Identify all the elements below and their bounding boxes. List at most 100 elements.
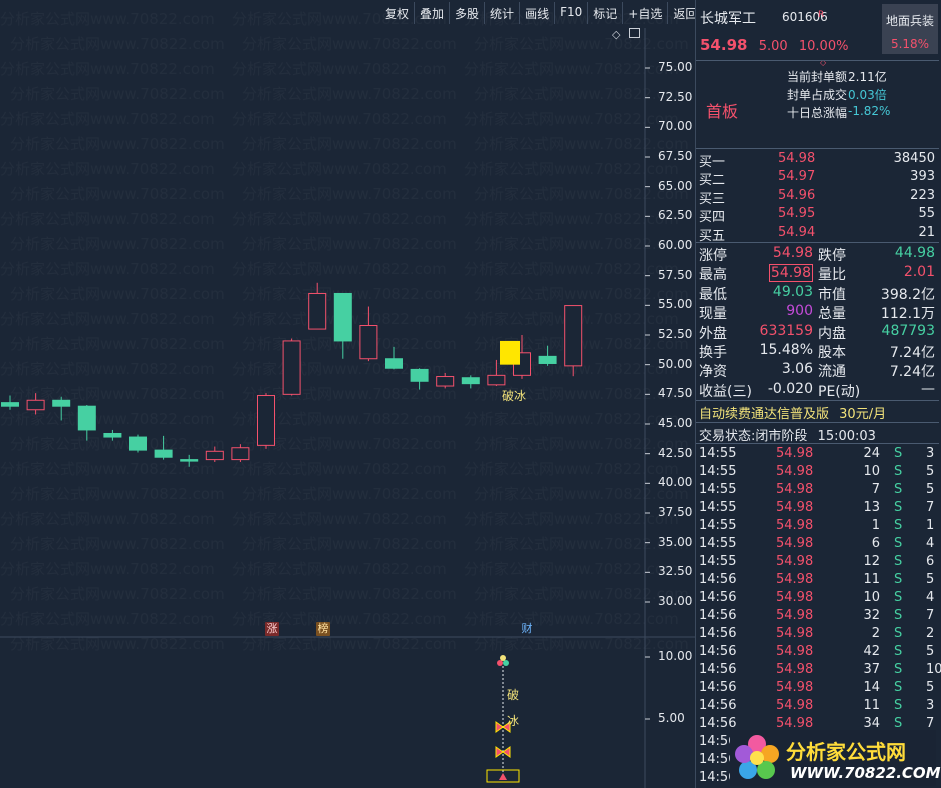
tick-volume: 34 — [863, 716, 880, 731]
toolbar-button-1[interactable]: 叠加 — [414, 2, 449, 24]
tick-count: 7 — [926, 500, 935, 515]
stat-value: 2.01 — [903, 264, 935, 281]
tick-side: S — [894, 446, 903, 461]
stats-row: 换手 15.48% 股本 7.24亿 — [696, 342, 939, 361]
toolbar-button-5[interactable]: F10 — [554, 2, 587, 24]
toolbar-button-4[interactable]: 画线 — [519, 2, 554, 24]
candle-body — [231, 447, 250, 461]
bid-row[interactable]: 买五 54.94 21 — [696, 225, 939, 244]
tick-volume: 42 — [863, 644, 880, 659]
stats-row: 净资 3.06 流通 7.24亿 — [696, 361, 939, 381]
tick-volume: 12 — [863, 554, 880, 569]
bid-volume: 223 — [910, 187, 935, 203]
stock-r-tag: R — [818, 10, 825, 20]
toolbar-button-2[interactable]: 多股 — [449, 2, 484, 24]
stats-row: 外盘 633159 内盘 487793 — [696, 322, 939, 342]
sector-change: 5.18% — [890, 37, 930, 51]
divider — [696, 242, 939, 243]
seal-info-row: 封单占成交 0.03倍 — [696, 86, 939, 104]
tick-side: S — [894, 608, 903, 623]
tick-count: 5 — [926, 482, 935, 497]
sector-name: 地面兵装 — [885, 14, 934, 28]
price-axis-label: 75.00 — [658, 60, 693, 74]
bid-row[interactable]: 买四 54.95 55 — [696, 206, 939, 225]
kline-chart-panel[interactable]: 分析家公式网www.70822.com分析家公式网www.70822.com分析… — [0, 0, 697, 788]
stat-value: 487793 — [881, 322, 935, 339]
tick-row: 14:56 54.98 32 S 7 — [696, 608, 939, 626]
price-axis-label: 37.50 — [658, 505, 693, 519]
flower-logo-icon — [735, 735, 779, 779]
tick-volume: 13 — [863, 500, 880, 515]
stock-name: 长城军工 — [700, 11, 756, 27]
diamond-icon[interactable]: ◇ — [612, 28, 620, 41]
tick-price: 54.98 — [776, 644, 814, 659]
tick-time: 14:56 — [699, 590, 737, 605]
tick-row: 14:56 54.98 14 S 5 — [696, 680, 939, 698]
stat-value: 398.2亿 — [880, 286, 935, 303]
tick-volume: 7 — [871, 482, 880, 497]
price-axis-label: 50.00 — [658, 356, 693, 371]
bid-price: 54.98 — [778, 151, 816, 166]
toolbar-button-6[interactable]: 标记 — [587, 2, 622, 24]
seal-info-label: 封单占成交 — [786, 88, 847, 102]
tick-count: 3 — [926, 446, 935, 461]
candle-body — [26, 399, 45, 411]
bid-price: 54.95 — [778, 206, 816, 222]
signal-dot — [497, 660, 503, 666]
price-change-pct: 10.00% — [798, 39, 849, 54]
price-axis-label: 47.50 — [658, 386, 693, 401]
bid-row[interactable]: 买一 54.98 38450 — [696, 151, 939, 170]
flag-bang[interactable]: 榜 — [316, 622, 330, 636]
bid-row[interactable]: 买三 54.96 223 — [696, 187, 939, 207]
candle-body — [538, 355, 557, 364]
tick-count: 5 — [926, 464, 935, 479]
stat-value: — — [921, 380, 935, 397]
stat-value: 633159 — [759, 322, 813, 339]
tick-count: 1 — [926, 518, 935, 533]
tick-time: 14:56 — [699, 680, 737, 695]
tick-volume: 1 — [871, 518, 880, 533]
signal-dot — [500, 655, 506, 661]
toolbar-button-3[interactable]: 统计 — [484, 2, 519, 24]
toolbar-button-0[interactable]: 复权 — [380, 2, 414, 24]
indicator-axis-label: 5.00 — [658, 711, 685, 725]
divider — [696, 400, 939, 401]
stat-value: 900 — [786, 303, 813, 320]
sector-badge[interactable]: 地面兵装 5.18% — [882, 4, 938, 54]
stat-value: 49.03 — [772, 283, 813, 300]
tick-count: 3 — [926, 698, 935, 713]
stats-row: 最低 49.03 市值 398.2亿 — [696, 283, 939, 303]
flag-cai[interactable]: 财 — [520, 622, 534, 636]
price-axis-label: 35.00 — [658, 534, 693, 549]
panel-toggle-icon[interactable] — [629, 28, 640, 38]
price-axis-label: 40.00 — [658, 475, 693, 490]
candle-body — [154, 449, 173, 458]
tick-row: 14:55 54.98 7 S 5 — [696, 482, 939, 500]
tick-time: 14:55 — [699, 554, 737, 569]
tick-row: 14:56 54.98 2 S 2 — [696, 626, 939, 644]
bid-label: 买三 — [699, 191, 726, 207]
indicator-axis-label: 10.00 — [658, 649, 693, 663]
tick-volume: 32 — [863, 608, 880, 623]
flag-zhang[interactable]: 涨 — [265, 622, 279, 636]
tick-time: 14:55 — [699, 518, 737, 533]
tick-time: 14:55 — [699, 482, 737, 497]
price-axis-label: 70.00 — [658, 119, 693, 134]
stat-label: 流通 — [818, 364, 846, 381]
pobing-highlight — [500, 340, 520, 365]
bid-row[interactable]: 买二 54.97 393 — [696, 169, 939, 188]
tick-count: 4 — [926, 536, 935, 551]
tick-time: 14:55 — [699, 446, 737, 461]
tick-time: 14:55 — [699, 464, 737, 479]
candle-body — [1, 402, 19, 407]
stat-label: PE(动) — [818, 383, 861, 400]
kline-chart[interactable] — [0, 0, 695, 788]
seal-info-row: 当前封单额 2.11亿 — [696, 68, 939, 86]
toolbar-button-7[interactable]: +自选 — [622, 2, 667, 24]
tick-price: 54.98 — [776, 680, 814, 695]
bid-price: 54.96 — [778, 187, 816, 203]
promo-link[interactable]: 自动续费通达信普及版 30元/月 — [699, 403, 886, 422]
tick-side: S — [894, 716, 903, 731]
tick-count: 7 — [926, 716, 935, 731]
tick-row: 14:55 54.98 13 S 7 — [696, 500, 939, 518]
